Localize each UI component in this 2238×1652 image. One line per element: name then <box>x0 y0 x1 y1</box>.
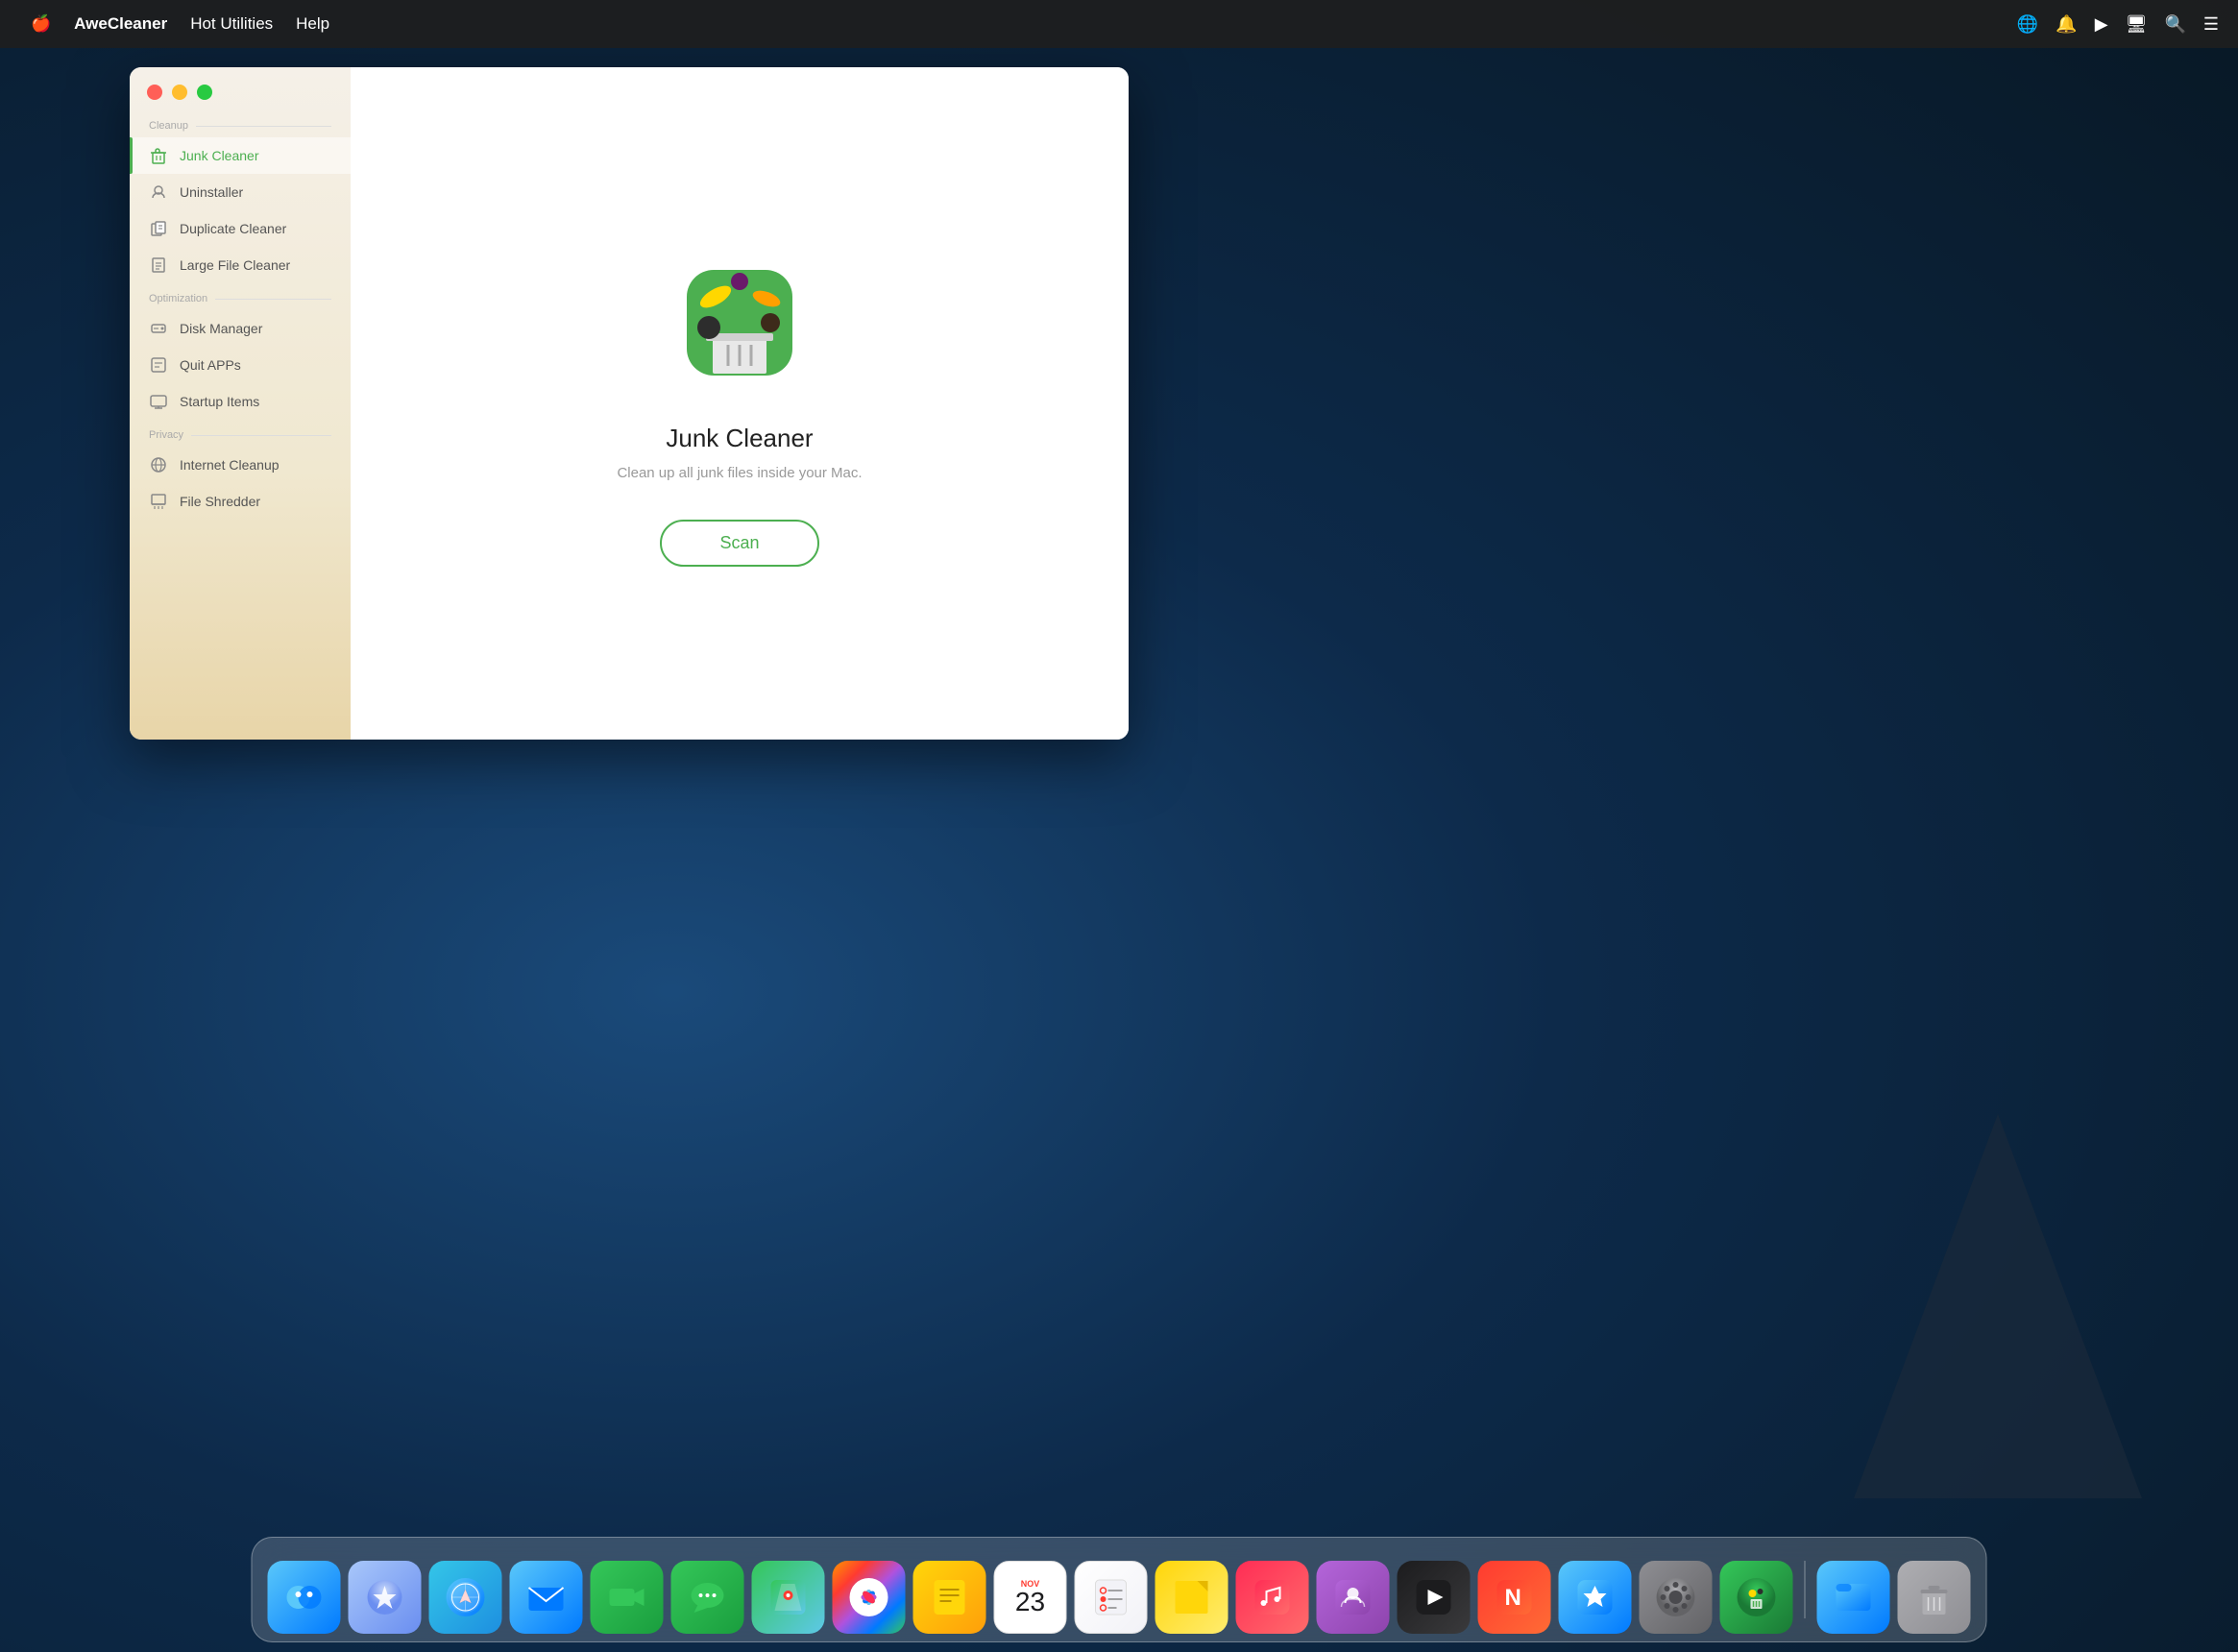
dock-item-finder[interactable] <box>268 1561 341 1634</box>
sidebar-item-label-uninstaller: Uninstaller <box>180 184 243 200</box>
sidebar-item-junk-cleaner[interactable]: Junk Cleaner <box>130 137 351 174</box>
dock-item-maps[interactable] <box>752 1561 825 1634</box>
notification-icon[interactable]: 🔔 <box>2056 14 2077 35</box>
dock-item-messages[interactable] <box>671 1561 744 1634</box>
app-icon <box>663 241 816 395</box>
file-shredder-icon <box>149 492 168 511</box>
dock-item-sysprefs[interactable] <box>1640 1561 1713 1634</box>
sidebar-item-label-large-file-cleaner: Large File Cleaner <box>180 257 290 273</box>
dock: NOV 23 N <box>252 1537 1987 1642</box>
dock-item-safari[interactable] <box>429 1561 502 1634</box>
sidebar-item-file-shredder[interactable]: File Shredder <box>130 483 351 520</box>
uninstaller-icon <box>149 182 168 202</box>
dock-item-news[interactable]: N <box>1478 1561 1551 1634</box>
duplicate-cleaner-icon <box>149 219 168 238</box>
app-menu-hotutilities[interactable]: Hot Utilities <box>179 0 284 48</box>
sidebar-item-label-internet-cleanup: Internet Cleanup <box>180 457 280 473</box>
airplay-icon[interactable]: ▶ <box>2095 14 2108 35</box>
close-button[interactable] <box>147 85 162 100</box>
traffic-lights <box>147 85 212 100</box>
display-icon[interactable]: 🖥 <box>2126 14 2148 35</box>
dock-item-stickies[interactable] <box>1155 1561 1228 1634</box>
search-icon[interactable]: 🔍 <box>2164 14 2185 35</box>
dock-item-photos[interactable] <box>833 1561 906 1634</box>
app-window: Cleanup Junk Cleaner Uninstaller <box>130 67 1129 740</box>
globe-icon[interactable]: 🌐 <box>2017 14 2038 35</box>
section-cleanup: Cleanup <box>130 120 351 137</box>
menu-icon[interactable]: ☰ <box>2203 14 2219 35</box>
menubar-right-icons: 🌐 🔔 ▶ 🖥 🔍 ☰ <box>2017 14 2219 35</box>
dock-item-facetime[interactable] <box>591 1561 664 1634</box>
internet-cleanup-icon <box>149 455 168 474</box>
sidebar-item-label-junk-cleaner: Junk Cleaner <box>180 148 259 163</box>
sidebar-item-quit-apps[interactable]: Quit APPs <box>130 347 351 383</box>
sidebar-item-large-file-cleaner[interactable]: Large File Cleaner <box>130 247 351 283</box>
dock-item-notes[interactable] <box>913 1561 986 1634</box>
sidebar-item-disk-manager[interactable]: Disk Manager <box>130 310 351 347</box>
sidebar-item-uninstaller[interactable]: Uninstaller <box>130 174 351 210</box>
dock-item-files[interactable] <box>1817 1561 1890 1634</box>
large-file-cleaner-icon <box>149 255 168 275</box>
startup-items-icon <box>149 392 168 411</box>
apple-menu[interactable]: 🍎 <box>19 0 62 48</box>
sidebar-item-label-startup-items: Startup Items <box>180 394 259 409</box>
dock-item-reminders[interactable] <box>1075 1561 1148 1634</box>
dock-item-music[interactable] <box>1236 1561 1309 1634</box>
scan-button[interactable]: Scan <box>660 520 818 567</box>
svg-text:N: N <box>1505 1585 1521 1611</box>
main-subtitle: Clean up all junk files inside your Mac. <box>617 465 862 481</box>
app-menu-help[interactable]: Help <box>284 0 341 48</box>
dock-item-awecleaner[interactable] <box>1720 1561 1793 1634</box>
dock-item-trash[interactable] <box>1898 1561 1971 1634</box>
menubar: 🍎 AweCleaner Hot Utilities Help 🌐 🔔 ▶ 🖥 … <box>0 0 2238 48</box>
sidebar-item-label-file-shredder: File Shredder <box>180 494 260 509</box>
sidebar-item-label-disk-manager: Disk Manager <box>180 321 262 336</box>
sidebar-item-internet-cleanup[interactable]: Internet Cleanup <box>130 447 351 483</box>
minimize-button[interactable] <box>172 85 187 100</box>
section-privacy: Privacy <box>130 429 351 447</box>
dock-item-mail[interactable] <box>510 1561 583 1634</box>
sidebar: Cleanup Junk Cleaner Uninstaller <box>130 67 351 740</box>
dock-item-appletv[interactable] <box>1398 1561 1471 1634</box>
dock-item-podcasts[interactable] <box>1317 1561 1390 1634</box>
junk-cleaner-icon <box>149 146 168 165</box>
app-menu-awecleaner[interactable]: AweCleaner <box>62 0 179 48</box>
dock-separator <box>1805 1561 1806 1618</box>
quit-apps-icon <box>149 355 168 375</box>
sidebar-item-label-duplicate-cleaner: Duplicate Cleaner <box>180 221 286 236</box>
dock-item-launchpad[interactable] <box>349 1561 422 1634</box>
dock-item-appstore[interactable] <box>1559 1561 1632 1634</box>
section-optimization: Optimization <box>130 293 351 310</box>
sidebar-item-duplicate-cleaner[interactable]: Duplicate Cleaner <box>130 210 351 247</box>
main-content: Junk Cleaner Clean up all junk files ins… <box>351 67 1129 740</box>
disk-manager-icon <box>149 319 168 338</box>
sidebar-item-startup-items[interactable]: Startup Items <box>130 383 351 420</box>
maximize-button[interactable] <box>197 85 212 100</box>
dock-item-calendar[interactable]: NOV 23 <box>994 1561 1067 1634</box>
main-title: Junk Cleaner <box>666 424 813 453</box>
sidebar-item-label-quit-apps: Quit APPs <box>180 357 241 373</box>
